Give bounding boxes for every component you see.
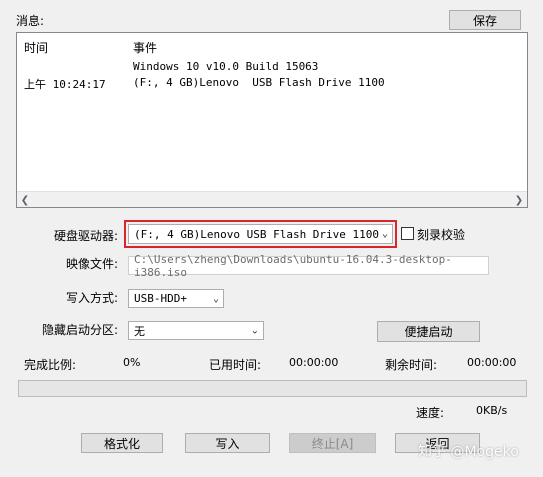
complete-label: 完成比例: — [24, 358, 77, 372]
save-button[interactable]: 保存 — [449, 10, 521, 30]
elapsed-label: 已用时间: — [209, 358, 262, 372]
progress-bar — [18, 380, 527, 397]
chevron-down-icon: ⌄ — [381, 228, 388, 240]
write-mode-label: 写入方式: — [66, 291, 119, 305]
write-mode-select[interactable]: USB-HDD+ ⌄ — [128, 289, 224, 308]
column-event-header: 事件 — [133, 41, 158, 55]
drive-select-value: (F:, 4 GB)Lenovo USB Flash Drive 1100 — [134, 227, 380, 241]
horizontal-scrollbar[interactable]: ❮ ❯ — [17, 191, 527, 207]
complete-value: 0% — [123, 356, 141, 369]
quick-boot-button[interactable]: 便捷启动 — [377, 321, 480, 342]
remaining-value: 00:00:00 — [467, 356, 517, 369]
chevron-down-icon: ⌄ — [250, 324, 259, 336]
column-time-header: 时间 — [24, 41, 49, 55]
watermark-text: 知乎 @Mogeko — [418, 444, 519, 460]
log-row-1-event: Windows 10 v10.0 Build 15063 — [133, 60, 319, 73]
message-log[interactable]: 时间 事件 Windows 10 v10.0 Build 15063 上午 10… — [16, 32, 528, 208]
image-file-label: 映像文件: — [66, 257, 119, 271]
speed-label: 速度: — [416, 406, 445, 420]
drive-select[interactable]: (F:, 4 GB)Lenovo USB Flash Drive 1100 ⌄ — [128, 224, 393, 244]
log-row-2-time: 上午 10:24:17 — [24, 78, 106, 91]
write-mode-value: USB-HDD+ — [134, 292, 187, 305]
elapsed-value: 00:00:00 — [289, 356, 339, 369]
format-button[interactable]: 格式化 — [81, 433, 163, 453]
verify-checkbox[interactable] — [401, 227, 414, 240]
scroll-left-icon[interactable]: ❮ — [17, 192, 33, 208]
write-button[interactable]: 写入 — [185, 433, 270, 453]
hidden-partition-label: 隐藏启动分区: — [42, 323, 119, 337]
scroll-right-icon[interactable]: ❯ — [511, 192, 527, 208]
drive-label: 硬盘驱动器: — [54, 229, 119, 243]
hidden-partition-select[interactable]: 无 ⌄ — [128, 321, 264, 340]
chevron-down-icon: ⌄ — [212, 292, 219, 304]
remaining-label: 剩余时间: — [385, 358, 438, 372]
log-row-2-event: (F:, 4 GB)Lenovo USB Flash Drive 1100 — [133, 76, 385, 89]
verify-label: 刻录校验 — [417, 228, 466, 242]
image-file-field[interactable]: C:\Users\zheng\Downloads\ubuntu-16.04.3-… — [128, 253, 489, 279]
abort-button[interactable]: 终止[A] — [289, 433, 376, 453]
messages-label: 消息: — [16, 14, 45, 28]
hidden-partition-value: 无 — [134, 324, 145, 338]
speed-value: 0KB/s — [476, 404, 508, 417]
